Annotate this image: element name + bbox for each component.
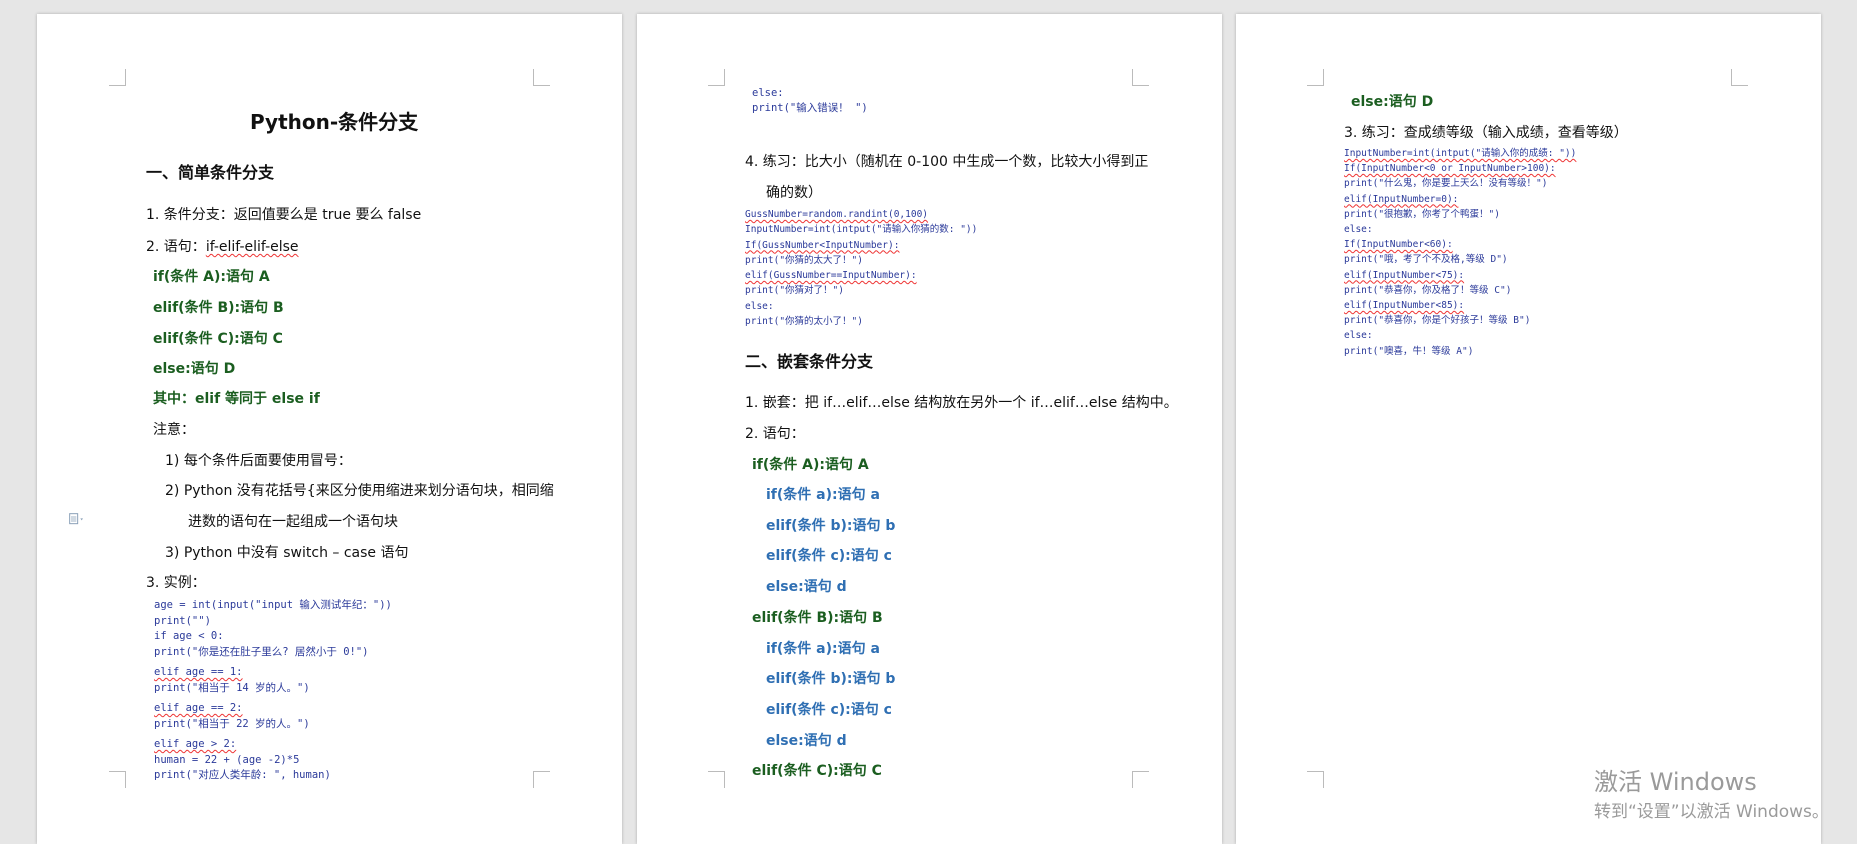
note-line: 其中：elif 等同于 else if	[153, 391, 320, 407]
margin-corner	[1307, 771, 1324, 788]
syntax-line: else:语句 d	[766, 579, 847, 595]
document-title: Python-条件分支	[250, 110, 419, 134]
margin-corner	[109, 69, 126, 86]
document-page-3: else:语句 D 3. 练习：查成绩等级（输入成绩，查看等级） InputNu…	[1236, 14, 1821, 844]
syntax-line: elif(条件 b):语句 b	[766, 518, 896, 534]
margin-corner	[1132, 771, 1149, 788]
note-item-continued: 进数的语句在一起组成一个语句块	[188, 514, 398, 530]
list-item: 1. 条件分支：返回值要么是 true 要么 false	[146, 207, 422, 223]
syntax-line: elif(条件 c):语句 c	[766, 702, 892, 718]
code-line: If(GussNumber<InputNumber):	[745, 239, 900, 251]
code-block: else: print("输入错误！ ")	[752, 86, 868, 116]
margin-corner	[533, 69, 550, 86]
code-line: print("噢喜，牛！等级 A")	[1344, 345, 1474, 357]
section-heading: 一、简单条件分支	[146, 163, 275, 182]
margin-corner	[533, 771, 550, 788]
code-line: print("你猜对了！")	[745, 285, 844, 297]
syntax-line: elif(条件 b):语句 b	[766, 671, 896, 687]
list-item: 3. 实例：	[146, 575, 206, 591]
syntax-line: if(条件 A):语句 A	[752, 457, 869, 473]
document-page-1: Python-条件分支 一、简单条件分支 1. 条件分支：返回值要么是 true…	[37, 14, 622, 844]
list-item: 1. 嵌套：把 if…elif…else 结构放在另外一个 if…elif…el…	[745, 395, 1178, 411]
code-line: print("相当于 22 岁的人。")	[154, 717, 310, 730]
code-block: age = int(input("input 输入测试年纪：")) print(…	[154, 598, 392, 784]
section-heading: 二、嵌套条件分支	[745, 352, 874, 371]
code-line: InputNumber=int(intput("请输入你猜的数: "))	[745, 224, 978, 236]
code-line: GussNumber=random.randint(0,100)	[745, 209, 929, 220]
syntax-line: elif(条件 B):语句 B	[153, 300, 284, 316]
code-line: else:	[752, 87, 784, 99]
code-line: If(InputNumber<60):	[1344, 239, 1453, 251]
margin-corner	[1307, 69, 1324, 86]
margin-corner	[1132, 69, 1149, 86]
document-page-2: else: print("输入错误！ ") 4. 练习：比大小（随机在 0-10…	[637, 14, 1222, 844]
code-line: elif(InputNumber<85):	[1344, 300, 1465, 312]
margin-corner	[1731, 69, 1748, 86]
code-line: elif age == 2:	[154, 702, 243, 714]
margin-corner	[109, 771, 126, 788]
code-line: print("很抱歉，你考了个鸭蛋！")	[1344, 208, 1500, 220]
activation-watermark-title: 激活 Windows	[1594, 768, 1757, 796]
code-block: InputNumber=int(intput("请输入你的成绩: ")) If(…	[1344, 146, 1576, 359]
code-line: print("你猜的太小了！")	[745, 316, 863, 328]
code-line: human = 22 + (age -2)*5	[154, 753, 300, 766]
syntax-line: else:语句 d	[766, 733, 847, 749]
syntax-line: elif(条件 C):语句 C	[153, 331, 283, 347]
code-line: print("相当于 14 岁的人。")	[154, 681, 310, 694]
syntax-line: else:语句 D	[1351, 94, 1434, 110]
paste-options-icon[interactable]	[69, 510, 85, 528]
code-line: print("")	[154, 614, 211, 627]
list-item: 3. 练习：查成绩等级（输入成绩，查看等级）	[1344, 125, 1628, 141]
margin-corner	[708, 69, 725, 86]
syntax-line: elif(条件 C):语句 C	[752, 763, 882, 779]
code-line: print("你是还在肚子里么? 居然小于 0!")	[154, 645, 369, 658]
list-item: 4. 练习：比大小（随机在 0-100 中生成一个数，比较大小得到正	[745, 154, 1149, 170]
code-line: if age < 0:	[154, 630, 224, 642]
code-line: else:	[745, 300, 774, 312]
code-line: elif age > 2:	[154, 738, 237, 750]
list-item: 2. 语句：if-elif-elif-else	[146, 236, 299, 256]
code-line: print("哦，考了个不及格,等级 D")	[1344, 254, 1508, 266]
code-line: print("对应人类年龄: ", human)	[154, 769, 331, 781]
note-label: 注意：	[153, 422, 195, 438]
code-line: print("什么鬼，你是要上天么！没有等级！")	[1344, 178, 1548, 190]
syntax-line: if(条件 a):语句 a	[766, 641, 880, 657]
code-line: print("你猜的太大了！")	[745, 254, 863, 266]
code-line: elif(InputNumber=0):	[1344, 193, 1459, 205]
syntax-line: if(条件 A):语句 A	[153, 269, 270, 285]
spellcheck-word: if-elif-elif-else	[205, 239, 299, 255]
code-line: else:	[1344, 330, 1373, 342]
code-line: If(InputNumber<0 or InputNumber>100):	[1344, 163, 1556, 175]
list-item: 2. 语句：	[745, 426, 805, 442]
note-item: 2) Python 没有花括号{来区分使用缩进来划分语句块，相同缩	[165, 483, 554, 499]
code-line: age = int(input("input 输入测试年纪："))	[154, 599, 392, 611]
syntax-line: elif(条件 B):语句 B	[752, 610, 883, 626]
code-block: GussNumber=random.randint(0,100) InputNu…	[745, 207, 977, 329]
list-item-label: 2. 语句：	[146, 239, 206, 255]
code-line: print("输入错误！ ")	[752, 102, 868, 114]
syntax-line: else:语句 D	[153, 361, 236, 377]
code-line: print("恭喜你，你是个好孩子！等级 B")	[1344, 315, 1531, 327]
note-item: 3) Python 中没有 switch – case 语句	[165, 545, 409, 561]
list-item-continued: 确的数）	[766, 185, 822, 201]
activation-watermark-subtitle: 转到“设置”以激活 Windows。	[1594, 802, 1829, 822]
code-line: elif(InputNumber<75):	[1344, 269, 1465, 281]
syntax-line: if(条件 a):语句 a	[766, 487, 880, 503]
code-line: elif(GussNumber==InputNumber):	[745, 270, 917, 282]
margin-corner	[708, 771, 725, 788]
code-line: print("恭喜你，你及格了！等级 C")	[1344, 284, 1512, 296]
code-line: elif age == 1:	[154, 666, 243, 678]
syntax-line: elif(条件 c):语句 c	[766, 548, 892, 564]
code-line: InputNumber=int(intput("请输入你的成绩: "))	[1344, 148, 1577, 159]
code-line: else:	[1344, 224, 1373, 236]
note-item: 1) 每个条件后面要使用冒号：	[165, 453, 352, 469]
